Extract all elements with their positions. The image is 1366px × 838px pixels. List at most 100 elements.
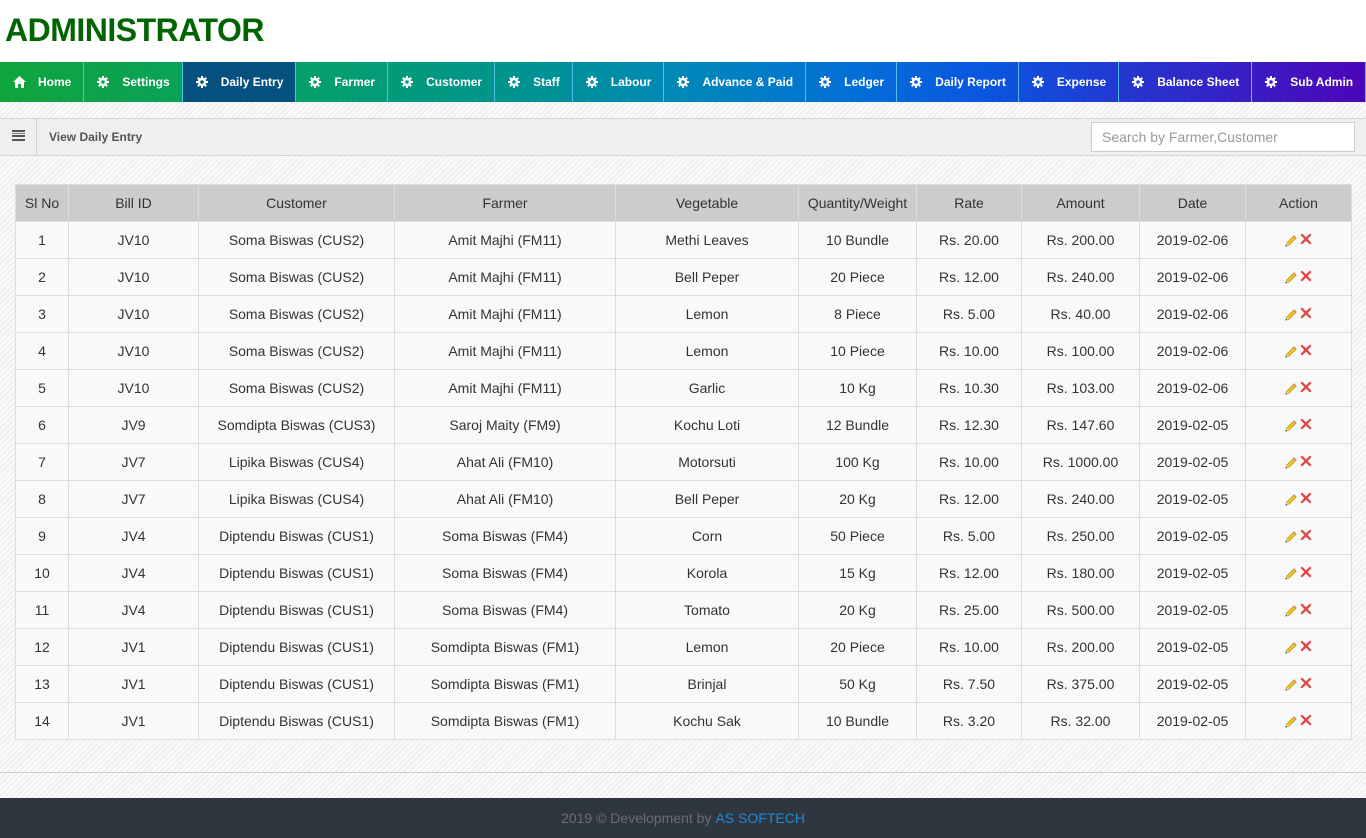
- delete-x-icon[interactable]: [1300, 455, 1314, 469]
- daily-entry-table: Sl No Bill ID Customer Farmer Vegetable Quant…: [15, 184, 1352, 740]
- action-cell: [1245, 443, 1352, 481]
- date-cell: 2019-02-05: [1139, 554, 1246, 592]
- sl-no-cell: 1: [15, 221, 69, 259]
- delete-x-icon[interactable]: [1300, 677, 1314, 691]
- delete-x-icon[interactable]: [1300, 307, 1314, 321]
- amount-cell: Rs. 103.00: [1021, 369, 1140, 407]
- date-cell: 2019-02-05: [1139, 665, 1246, 703]
- action-cell: [1245, 665, 1352, 703]
- gear-icon: [585, 75, 599, 89]
- pencil-icon[interactable]: [1284, 455, 1298, 469]
- nav-item-advance-paid[interactable]: Advance & Paid: [664, 62, 807, 102]
- pencil-icon[interactable]: [1284, 492, 1298, 506]
- home-icon: [12, 75, 26, 89]
- action-cell: [1245, 591, 1352, 629]
- pencil-icon[interactable]: [1284, 233, 1298, 247]
- farmer-cell: Somdipta Biswas (FM1): [394, 665, 616, 703]
- nav-item-label: Ledger: [844, 75, 885, 89]
- gear-icon: [676, 75, 690, 89]
- delete-x-icon[interactable]: [1300, 233, 1314, 247]
- nav-item-daily-entry[interactable]: Daily Entry: [182, 62, 297, 102]
- delete-x-icon[interactable]: [1300, 714, 1314, 728]
- pencil-icon[interactable]: [1284, 603, 1298, 617]
- daily-entry-table-container: Sl No Bill ID Customer Farmer Vegetable Quant…: [15, 184, 1352, 740]
- delete-x-icon[interactable]: [1300, 640, 1314, 654]
- date-cell: 2019-02-06: [1139, 295, 1246, 333]
- nav-item-label: Daily Entry: [220, 75, 284, 89]
- delete-x-icon[interactable]: [1300, 270, 1314, 284]
- nav-item-labour[interactable]: Labour: [573, 62, 665, 102]
- pencil-icon[interactable]: [1284, 566, 1298, 580]
- amount-cell: Rs. 200.00: [1021, 221, 1140, 259]
- vegetable-cell: Methi Leaves: [615, 221, 799, 259]
- quantity-cell: 10 Bundle: [798, 221, 917, 259]
- nav-item-home[interactable]: Home: [0, 62, 85, 102]
- bill-id-cell: JV10: [68, 258, 199, 296]
- delete-x-icon[interactable]: [1300, 381, 1314, 395]
- nav-item-sub-admin[interactable]: Sub Admin: [1252, 62, 1366, 102]
- quantity-cell: 20 Kg: [798, 591, 917, 629]
- pencil-icon[interactable]: [1284, 270, 1298, 284]
- delete-x-icon[interactable]: [1300, 603, 1314, 617]
- pencil-icon[interactable]: [1284, 381, 1298, 395]
- farmer-cell: Ahat Ali (FM10): [394, 443, 616, 481]
- vegetable-cell: Bell Peper: [615, 258, 799, 296]
- nav-item-staff[interactable]: Staff: [495, 62, 573, 102]
- pencil-icon[interactable]: [1284, 418, 1298, 432]
- pencil-icon[interactable]: [1284, 677, 1298, 691]
- delete-x-icon[interactable]: [1300, 418, 1314, 432]
- nav-item-settings[interactable]: Settings: [84, 62, 183, 102]
- gear-icon: [909, 75, 923, 89]
- vegetable-cell: Lemon: [615, 295, 799, 333]
- quantity-cell: 100 Kg: [798, 443, 917, 481]
- table-row: 1 JV10 Soma Biswas (CUS2) Amit Majhi (FM11)…: [15, 221, 1352, 259]
- gear-icon: [96, 75, 110, 89]
- date-cell: 2019-02-06: [1139, 221, 1246, 259]
- pencil-icon[interactable]: [1284, 529, 1298, 543]
- bill-id-cell: JV1: [68, 702, 199, 740]
- amount-cell: Rs. 250.00: [1021, 517, 1140, 555]
- date-cell: 2019-02-06: [1139, 258, 1246, 296]
- nav-item-expense[interactable]: Expense: [1019, 62, 1120, 102]
- nav-item-daily-report[interactable]: Daily Report: [897, 62, 1019, 102]
- vegetable-cell: Lemon: [615, 628, 799, 666]
- pencil-icon[interactable]: [1284, 640, 1298, 654]
- nav-item-farmer[interactable]: Farmer: [296, 62, 389, 102]
- customer-cell: Soma Biswas (CUS2): [198, 258, 395, 296]
- pencil-icon[interactable]: [1284, 714, 1298, 728]
- table-row: 6 JV9 Somdipta Biswas (CUS3) Saroj Maity (F…: [15, 406, 1352, 444]
- delete-x-icon[interactable]: [1300, 344, 1314, 358]
- footer-text: 2019 © Development by: [561, 810, 712, 826]
- date-cell: 2019-02-05: [1139, 591, 1246, 629]
- admin-title: ADMINISTRATOR: [5, 12, 264, 48]
- sl-no-cell: 3: [15, 295, 69, 333]
- nav-item-label: Labour: [610, 75, 652, 89]
- nav-item-balance-sheet[interactable]: Balance Sheet: [1119, 62, 1253, 102]
- rate-cell: Rs. 12.00: [916, 258, 1022, 296]
- nav-item-label: Customer: [426, 75, 483, 89]
- delete-x-icon[interactable]: [1300, 566, 1314, 580]
- gear-icon: [1131, 75, 1145, 89]
- amount-cell: Rs. 100.00: [1021, 332, 1140, 370]
- nav-item-label: Advance & Paid: [702, 75, 794, 89]
- column-header-vegetable: Vegetable: [615, 184, 799, 222]
- table-row: 13 JV1 Diptendu Biswas (CUS1) Somdipta Bisw…: [15, 665, 1352, 703]
- column-header-customer: Customer: [198, 184, 395, 222]
- pencil-icon[interactable]: [1284, 344, 1298, 358]
- nav-item-ledger[interactable]: Ledger: [806, 62, 898, 102]
- nav-item-label: Balance Sheet: [1157, 75, 1240, 89]
- delete-x-icon[interactable]: [1300, 492, 1314, 506]
- column-header-rate: Rate: [916, 184, 1022, 222]
- footer-developer-link[interactable]: AS SOFTECH: [715, 810, 804, 826]
- rate-cell: Rs. 12.30: [916, 406, 1022, 444]
- delete-x-icon[interactable]: [1300, 529, 1314, 543]
- table-row: 3 JV10 Soma Biswas (CUS2) Amit Majhi (FM11)…: [15, 295, 1352, 333]
- main-nav: Home Settings Daily Entry Farmer Customer Sta…: [0, 62, 1366, 102]
- rate-cell: Rs. 25.00: [916, 591, 1022, 629]
- sl-no-cell: 14: [15, 702, 69, 740]
- menu-toggle-button[interactable]: [0, 119, 37, 155]
- search-input[interactable]: [1091, 122, 1355, 152]
- pencil-icon[interactable]: [1284, 307, 1298, 321]
- nav-item-customer[interactable]: Customer: [388, 62, 496, 102]
- vegetable-cell: Bell Peper: [615, 480, 799, 518]
